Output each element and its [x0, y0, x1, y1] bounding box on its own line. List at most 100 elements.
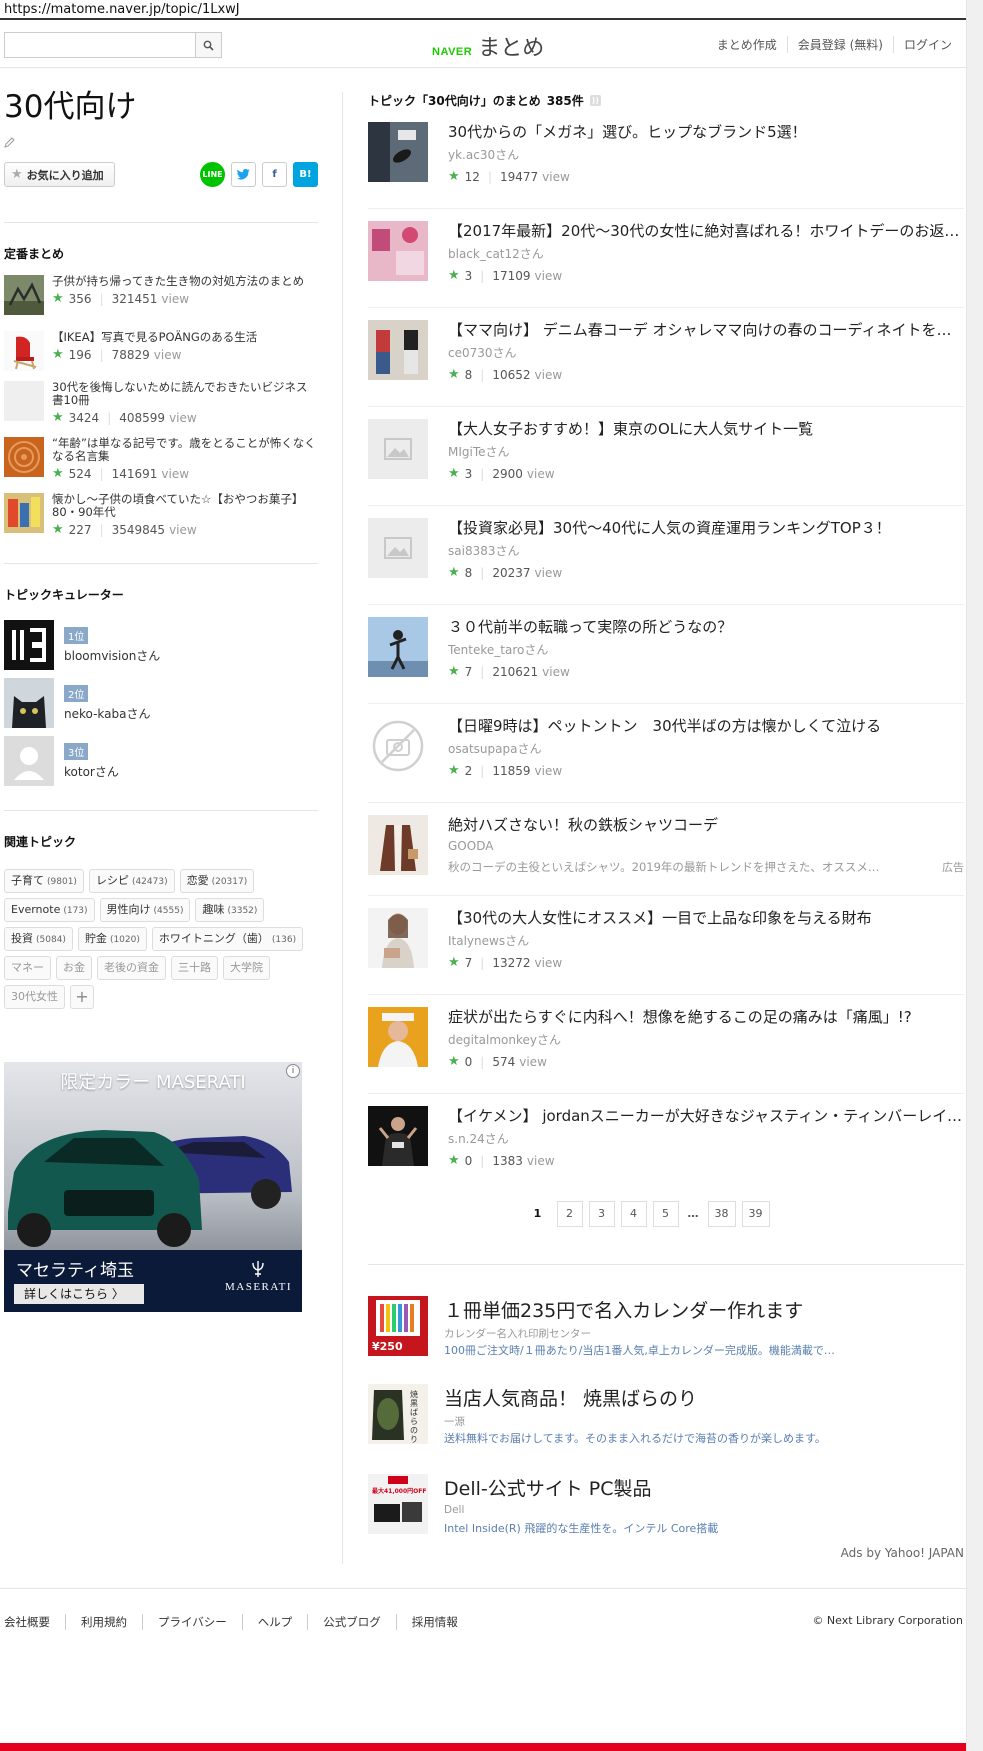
teiban-item[interactable]: “年齢”は単なる記号です。歳をとることが怖くなくなる名言集 ★ 524 | 14…: [4, 437, 318, 493]
page-link[interactable]: 2: [556, 1201, 583, 1227]
ad-cta-button[interactable]: 詳しくはこちら 〉: [14, 1284, 144, 1304]
footer-link-terms[interactable]: 利用規約: [65, 1614, 142, 1630]
view-label: view: [534, 955, 563, 970]
article-item[interactable]: 【日曜9時は】ペットントン 30代半ばの方は懐かしくて泣ける osatsupap…: [368, 704, 964, 803]
related-tag[interactable]: マネー: [4, 956, 51, 980]
view-label: view: [534, 367, 563, 382]
teiban-meta: ★ 196 | 78829 view: [52, 347, 257, 362]
sponsored-listing[interactable]: 焼黒ばらのり 当店人気商品！ 焼黒ばらのり 一源 送料無料でお届けしてます。その…: [368, 1384, 964, 1464]
address-bar[interactable]: https://matome.naver.jp/topic/1LxwJ: [0, 0, 966, 20]
sponsored-listing[interactable]: 最大41,000円OFF Dell-公式サイト PC製品 Dell Intel …: [368, 1474, 964, 1554]
footer-link-careers[interactable]: 採用情報: [395, 1614, 473, 1630]
article-item[interactable]: 【30代の大人女性にオススメ】一目で上品な印象を与える財布 Italynewsさ…: [368, 896, 964, 995]
sponsored-listing[interactable]: ¥250 １冊単価235円で名入カレンダー作れます カレンダー名入れ印刷センター…: [368, 1296, 964, 1376]
chevron-right-icon: 〉: [111, 1287, 124, 1301]
page-link[interactable]: 39: [741, 1201, 770, 1227]
page-link[interactable]: 38: [707, 1201, 736, 1227]
related-tag[interactable]: 30代女性: [4, 985, 65, 1009]
article-meta: ★ 12 | 19477 view: [448, 169, 570, 184]
curator-name: bloomvisionさん: [64, 648, 161, 663]
favorite-star-icon: ★: [52, 466, 64, 481]
favorite-star-icon: ★: [448, 1054, 460, 1069]
ad-title: 当店人気商品！ 焼黒ばらのり: [444, 1388, 698, 1410]
nav-login[interactable]: ログイン: [892, 36, 962, 53]
sponsored-article-item[interactable]: 絶対ハズさない！秋の鉄板シャツコーデ GOODA 秋のコーデの主役といえばシャツ…: [368, 803, 964, 896]
teiban-title: 30代を後悔しないために読んでおきたいビジネス書10冊: [52, 380, 308, 407]
related-tag[interactable]: 老後の資金: [97, 956, 166, 980]
related-tag[interactable]: 大学院: [223, 956, 270, 980]
curator-item[interactable]: 3位 kotorさん: [4, 732, 318, 790]
search-box: [4, 32, 222, 58]
article-item[interactable]: 【2017年最新】20代～30代の女性に絶対喜ばれる！ホワイトデーのお返し… b…: [368, 209, 964, 308]
related-tag[interactable]: レシピ (42473): [88, 869, 175, 893]
search-button[interactable]: [195, 33, 221, 57]
add-tag-button[interactable]: +: [70, 985, 94, 1009]
article-item[interactable]: ３０代前半の転職って実際の所どうなの？ Tenteke_taroさん ★ 7 | 21…: [368, 605, 964, 704]
footer-link-privacy[interactable]: プライバシー: [142, 1614, 242, 1630]
site-logo[interactable]: NAVER まとめ: [432, 30, 544, 62]
curator-item[interactable]: 1位 bloomvisionさん: [4, 616, 318, 674]
twitter-share-icon[interactable]: [231, 162, 256, 187]
add-favorite-button[interactable]: ★ お気に入り追加: [4, 162, 115, 187]
teiban-item[interactable]: 懐かし～子供の頃食べていた☆【おやつお菓子】 80・90年代 ★ 227 | 3…: [4, 493, 318, 549]
related-tag[interactable]: Evernote (173): [4, 898, 95, 922]
teiban-item[interactable]: 30代を後悔しないために読んでおきたいビジネス書10冊 ★ 3424 | 408…: [4, 381, 318, 437]
page-title: 30代向け: [4, 89, 137, 125]
article-title: 【大人女子おすすめ！】東京のOLに大人気サイト一覧: [448, 420, 814, 438]
hatena-bookmark-icon[interactable]: B!: [293, 162, 318, 187]
article-item[interactable]: 【大人女子おすすめ！】東京のOLに大人気サイト一覧 MIgiTeさん ★ 3 | 29…: [368, 407, 964, 506]
article-item[interactable]: 【投資家必見】30代～40代に人気の資産運用ランキングTOP３！ sai8383…: [368, 506, 964, 605]
page-link[interactable]: 4: [620, 1201, 647, 1227]
logo-text: まとめ: [478, 36, 545, 61]
teiban-item[interactable]: 子供が持ち帰ってきた生き物の対処方法のまとめ ★ 356 | 321451 vi…: [4, 275, 318, 331]
favorite-count: 227: [68, 522, 92, 537]
article-thumbnail: [368, 1007, 428, 1067]
related-tag[interactable]: 三十路: [171, 956, 218, 980]
ad-description: 秋のコーデの主役といえばシャツ。2019年の最新トレンドを押さえた、オススメ…: [448, 860, 880, 874]
article-title: 30代からの「メガネ」選び。ヒップなブランド5選！: [448, 123, 807, 141]
related-tag[interactable]: ホワイトニング（歯） (136): [151, 927, 304, 951]
line-share-icon[interactable]: LINE: [200, 162, 225, 187]
article-title: 【イケメン】 jordanスニーカーが大好きなジャスティン・ティンバーレイク…: [448, 1107, 964, 1125]
page-link[interactable]: 5: [652, 1201, 679, 1227]
edit-icon[interactable]: [4, 136, 318, 154]
footer-link-company[interactable]: 会社概要: [4, 1614, 65, 1630]
favorite-count: 7: [464, 664, 473, 679]
ads-by-yahoo[interactable]: Ads by Yahoo! JAPAN: [841, 1546, 964, 1560]
meta-separator: |: [480, 565, 485, 580]
related-tag[interactable]: お金: [56, 956, 92, 980]
rss-icon[interactable]: )): [589, 94, 601, 106]
ad-brand-text: MASERATI: [224, 1281, 292, 1293]
favorite-star-icon: ★: [448, 664, 460, 679]
article-item[interactable]: 【イケメン】 jordanスニーカーが大好きなジャスティン・ティンバーレイク… …: [368, 1094, 964, 1193]
footer-link-blog[interactable]: 公式ブログ: [307, 1614, 396, 1630]
page-link[interactable]: 3: [588, 1201, 615, 1227]
adchoices-icon[interactable]: i: [286, 1064, 300, 1078]
search-input[interactable]: [5, 33, 195, 57]
nav-create-matome[interactable]: まとめ作成: [707, 36, 787, 53]
favorite-star-icon: ★: [448, 763, 460, 778]
related-tag[interactable]: 貯金 (1020): [77, 927, 147, 951]
article-item[interactable]: 30代からの「メガネ」選び。ヒップなブランド5選！ yk.ac30さん ★ 12 |…: [368, 110, 964, 209]
teiban-title: “年齢”は単なる記号です。歳をとることが怖くなくなる名言集: [52, 436, 316, 463]
article-item[interactable]: 症状が出たらすぐに内科へ！想像を絶するこの足の痛みは「痛風」!? degital…: [368, 995, 964, 1094]
sidebar-ad-banner[interactable]: 限定カラー MASERATI i マセラティ埼玉 詳しくはこちら 〉 MASER…: [4, 1062, 302, 1312]
view-count: 19477: [499, 169, 539, 184]
vertical-scrollbar[interactable]: [966, 0, 983, 1751]
related-tag[interactable]: 趣味 (3352): [195, 898, 265, 922]
related-tag[interactable]: 恋愛 (20317): [179, 869, 255, 893]
facebook-share-icon[interactable]: f: [262, 162, 287, 187]
nav-register[interactable]: 会員登録 (無料): [786, 36, 893, 53]
favorite-star-icon: ★: [52, 522, 64, 537]
related-tag[interactable]: 男性向け (4555): [99, 898, 191, 922]
related-tag[interactable]: 投資 (5084): [4, 927, 73, 951]
tag-count: (3352): [227, 906, 258, 916]
related-tag[interactable]: 子育て (9801): [4, 869, 84, 893]
view-count: 1383: [492, 1153, 523, 1168]
curator-item[interactable]: 2位 neko-kabaさん: [4, 674, 318, 732]
article-item[interactable]: 【ママ向け】 デニム春コーデ オシャレママ向けの春のコーディネイトを… ce07…: [368, 308, 964, 407]
teiban-item[interactable]: 【IKEA】写真で見るPOÄNGのある生活 ★ 196 | 78829 view: [4, 331, 318, 381]
footer-link-help[interactable]: ヘルプ: [241, 1614, 308, 1630]
article-thumbnail: [368, 221, 428, 281]
tag-label: 恋愛: [186, 874, 209, 887]
